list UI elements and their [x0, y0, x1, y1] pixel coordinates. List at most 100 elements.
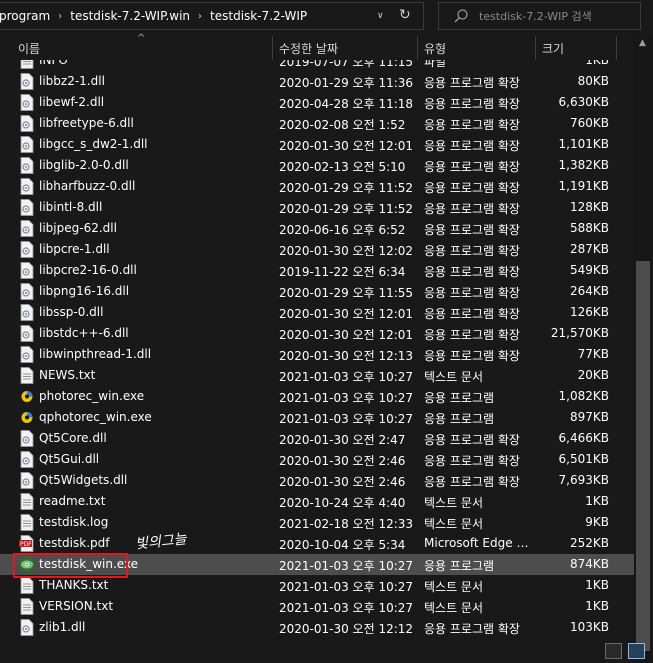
- file-row[interactable]: VERSION.txt 2021-01-03 오후 10:27 텍스트 문서 1KB: [0, 596, 634, 617]
- file-date: 2021-01-03 오후 10:27: [279, 370, 414, 384]
- file-row[interactable]: libjpeg-62.dll 2020-06-16 오후 6:52 응용 프로그램 …: [0, 218, 634, 239]
- breadcrumb-chevron-icon[interactable]: ›: [58, 11, 62, 22]
- file-name: libbz2-1.dll: [39, 74, 105, 88]
- file-row[interactable]: Qt5Widgets.dll 2020-01-30 오전 2:46 응용 프로그램 …: [0, 470, 634, 491]
- file-type: 텍스트 문서: [424, 580, 484, 594]
- column-divider[interactable]: [272, 36, 273, 60]
- file-row[interactable]: libintl-8.dll 2020-01-29 오후 11:52 응용 프로그램 …: [0, 197, 634, 218]
- column-divider[interactable]: [616, 36, 617, 60]
- file-type: 텍스트 문서: [424, 370, 484, 384]
- file-row[interactable]: libpng16-16.dll 2020-01-29 오후 11:55 응용 프로그…: [0, 281, 634, 302]
- search-input[interactable]: testdisk-7.2-WIP 검색: [479, 8, 592, 24]
- file-row[interactable]: zlib1.dll 2020-01-30 오전 12:12 응용 프로그램 확장 10…: [0, 617, 634, 638]
- file-row[interactable]: Qt5Core.dll 2020-01-30 오전 2:47 응용 프로그램 확장 6…: [0, 428, 634, 449]
- file-row[interactable]: libwinpthread-1.dll 2020-01-30 오전 12:13 응용…: [0, 344, 634, 365]
- file-row[interactable]: libbz2-1.dll 2020-01-29 오후 11:36 응용 프로그램 확…: [0, 71, 634, 92]
- file-date: 2020-01-30 오전 12:12: [279, 622, 414, 636]
- file-size: 77KB: [577, 347, 609, 361]
- file-row[interactable]: libpcre2-16-0.dll 2019-11-22 오전 6:34 응용 프로…: [0, 260, 634, 281]
- file-type: 응용 프로그램 확장: [424, 307, 520, 321]
- file-row[interactable]: qphotorec_win.exe 2021-01-03 오후 10:27 응용 프…: [0, 407, 634, 428]
- details-view-icon[interactable]: [605, 643, 622, 659]
- dll-icon: [19, 346, 35, 363]
- file-row[interactable]: libfreetype-6.dll 2020-02-08 오전 1:52 응용 프로…: [0, 113, 634, 134]
- file-type: 응용 프로그램 확장: [424, 181, 520, 195]
- file-row[interactable]: libssp-0.dll 2020-01-30 오전 12:01 응용 프로그램 확…: [0, 302, 634, 323]
- file-date: 2020-01-29 오후 11:52: [279, 202, 414, 216]
- file-size: 6,466KB: [558, 431, 609, 445]
- dll-icon: [19, 94, 35, 111]
- column-divider[interactable]: [535, 36, 536, 60]
- file-row[interactable]: Qt5Gui.dll 2020-01-30 오전 2:46 응용 프로그램 확장 6,…: [0, 449, 634, 470]
- file-date: 2020-01-30 오전 12:01: [279, 139, 414, 153]
- photorec-app-icon: [19, 409, 35, 426]
- file-type: 응용 프로그램 확장: [424, 286, 520, 300]
- scroll-up-icon[interactable]: ▲: [639, 38, 646, 48]
- file-row[interactable]: libgcc_s_dw2-1.dll 2020-01-30 오전 12:01 응용 …: [0, 134, 634, 155]
- column-header-type[interactable]: 유형: [424, 40, 446, 57]
- dll-icon: [19, 157, 35, 174]
- file-name: libgcc_s_dw2-1.dll: [39, 137, 148, 151]
- file-type: 텍스트 문서: [424, 517, 484, 531]
- file-row[interactable]: libstdc++-6.dll 2020-01-30 오전 12:01 응용 프로그…: [0, 323, 634, 344]
- file-size: 1,191KB: [558, 179, 609, 193]
- search-box[interactable]: testdisk-7.2-WIP 검색: [438, 2, 641, 30]
- scroll-thumb[interactable]: [636, 261, 650, 651]
- file-date: 2021-01-03 오후 10:27: [279, 601, 414, 615]
- file-size: 128KB: [569, 200, 609, 214]
- file-name: qphotorec_win.exe: [39, 410, 152, 424]
- file-row[interactable]: libewf-2.dll 2020-04-28 오후 11:18 응용 프로그램 확…: [0, 92, 634, 113]
- file-name: NEWS.txt: [39, 368, 96, 382]
- file-size: 80KB: [577, 74, 609, 88]
- file-name: testdisk.log: [39, 515, 109, 529]
- dll-icon: [19, 262, 35, 279]
- file-name: VERSION.txt: [39, 599, 114, 613]
- breadcrumb-win[interactable]: testdisk-7.2-WIP.win: [70, 9, 190, 23]
- dll-icon: [19, 136, 35, 153]
- dll-icon: [19, 115, 35, 132]
- file-date: 2020-01-30 오전 12:02: [279, 244, 414, 258]
- file-row[interactable]: testdisk.log 2021-02-18 오전 12:33 텍스트 문서 9KB: [0, 512, 634, 533]
- large-icons-view-icon[interactable]: [628, 643, 645, 659]
- column-header-date[interactable]: 수정한 날짜: [279, 40, 338, 57]
- file-name: libpcre-1.dll: [39, 242, 110, 256]
- column-divider[interactable]: [417, 36, 418, 60]
- breadcrumb-chevron-icon[interactable]: ›: [198, 11, 202, 22]
- address-bar[interactable]: program › testdisk-7.2-WIP.win › testdis…: [0, 2, 424, 30]
- file-date: 2021-01-03 오후 10:27: [279, 580, 414, 594]
- breadcrumb-current[interactable]: testdisk-7.2-WIP: [210, 9, 307, 23]
- file-name: Qt5Gui.dll: [39, 452, 100, 466]
- file-date: 2020-06-16 오후 6:52: [279, 223, 406, 237]
- breadcrumb-program[interactable]: program: [0, 9, 50, 23]
- file-row[interactable]: THANKS.txt 2021-01-03 오후 10:27 텍스트 문서 1KB: [0, 575, 634, 596]
- photorec-app-icon: [19, 388, 35, 405]
- file-type: 응용 프로그램 확장: [424, 454, 520, 468]
- file-date: 2021-01-03 오후 10:27: [279, 412, 414, 426]
- file-size: 874KB: [569, 557, 609, 571]
- file-type: 응용 프로그램 확장: [424, 97, 520, 111]
- file-row[interactable]: libglib-2.0-0.dll 2020-02-13 오전 5:10 응용 프로…: [0, 155, 634, 176]
- file-size: 549KB: [569, 263, 609, 277]
- file-type: 응용 프로그램 확장: [424, 328, 520, 342]
- file-date: 2020-04-28 오후 11:18: [279, 97, 414, 111]
- refresh-icon[interactable]: ↻: [399, 7, 411, 23]
- file-size: 20KB: [577, 368, 609, 382]
- column-header-size[interactable]: 크기: [542, 40, 564, 57]
- file-size: 264KB: [569, 284, 609, 298]
- file-row[interactable]: NEWS.txt 2021-01-03 오후 10:27 텍스트 문서 20KB: [0, 365, 634, 386]
- file-row[interactable]: photorec_win.exe 2021-01-03 오후 10:27 응용 프로…: [0, 386, 634, 407]
- address-dropdown-icon[interactable]: ∨: [377, 11, 384, 21]
- file-type: 응용 프로그램 확장: [424, 118, 520, 132]
- file-type: 응용 프로그램 확장: [424, 160, 520, 174]
- file-type: 응용 프로그램: [424, 559, 495, 573]
- file-type: 응용 프로그램: [424, 412, 495, 426]
- file-row[interactable]: readme.txt 2020-10-24 오후 4:40 텍스트 문서 1KB: [0, 491, 634, 512]
- file-row[interactable]: libharfbuzz-0.dll 2020-01-29 오후 11:52 응용 프…: [0, 176, 634, 197]
- file-name: libewf-2.dll: [39, 95, 105, 109]
- file-row[interactable]: INFO 2019-07-07 오후 11:15 파일 1KB: [0, 60, 634, 71]
- vertical-scrollbar[interactable]: ▲ ▼: [634, 36, 653, 663]
- file-row[interactable]: PDF testdisk.pdf 2020-10-04 오후 5:34 Microso…: [0, 533, 634, 554]
- file-name: libpng16-16.dll: [39, 284, 130, 298]
- column-header-name[interactable]: 이름: [18, 40, 40, 57]
- file-row[interactable]: libpcre-1.dll 2020-01-30 오전 12:02 응용 프로그램 …: [0, 239, 634, 260]
